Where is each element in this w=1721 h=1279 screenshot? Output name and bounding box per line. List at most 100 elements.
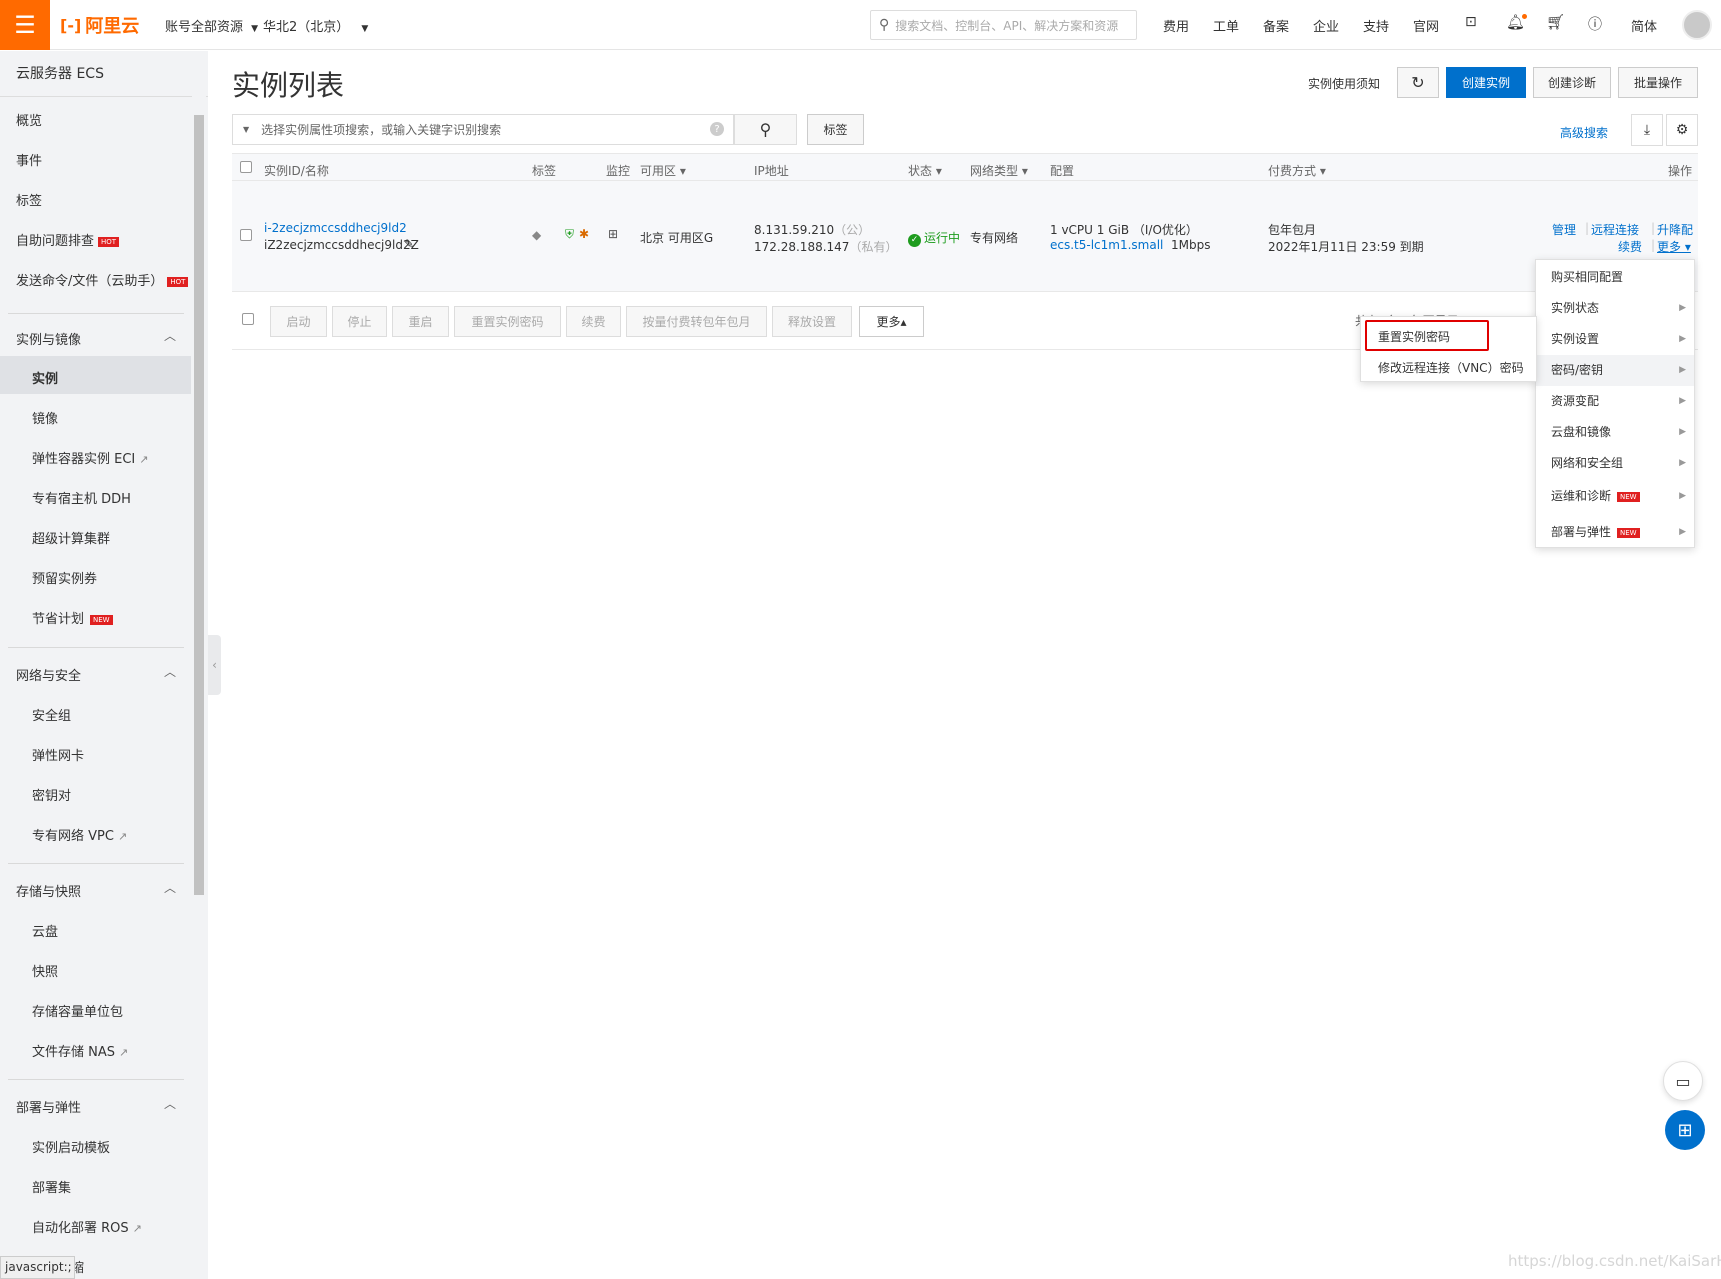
sidebar-scrollbar-thumb[interactable] xyxy=(194,115,204,895)
nav-enterprise[interactable]: 企业 xyxy=(1313,16,1339,35)
column-zone[interactable]: 可用区 ▾ xyxy=(640,162,686,179)
sidebar-item-eni[interactable]: 弹性网卡 xyxy=(32,745,84,764)
avatar[interactable] xyxy=(1682,10,1712,40)
instance-type-link[interactable]: ecs.t5-lc1m1.small xyxy=(1050,238,1163,252)
language-switch[interactable]: 简体 xyxy=(1631,16,1657,35)
select-all-checkbox[interactable] xyxy=(240,161,252,173)
sidebar-item-savings-plan[interactable]: 节省计划 NEW xyxy=(32,608,113,627)
modify-vnc-password-item[interactable]: 修改远程连接（VNC）密码 xyxy=(1378,359,1524,376)
chat-icon[interactable]: ▭ xyxy=(1663,1061,1703,1101)
refresh-button[interactable]: ↻ xyxy=(1397,67,1439,98)
sidebar-item-instances[interactable]: 实例 xyxy=(32,368,58,387)
nav-support[interactable]: 支持 xyxy=(1363,16,1389,35)
edit-pencil-icon[interactable]: ✎ xyxy=(404,237,414,251)
instance-notice-link[interactable]: 实例使用须知 xyxy=(1308,75,1380,92)
nav-tickets[interactable]: 工单 xyxy=(1213,16,1239,35)
bottom-select-all-checkbox[interactable] xyxy=(242,313,254,325)
sidebar-item-vpc[interactable]: 专有网络 VPC ↗ xyxy=(32,825,127,844)
sidebar-item-troubleshoot[interactable]: 自助问题排查 HOT xyxy=(16,230,120,249)
sidebar-item-ros[interactable]: 自动化部署 ROS ↗ xyxy=(32,1217,142,1236)
sidebar-item-tags[interactable]: 标签 xyxy=(16,190,42,209)
menu-item-buy-same-config[interactable]: 购买相同配置 xyxy=(1536,262,1694,293)
create-diagnosis-button[interactable]: 创建诊断 xyxy=(1533,67,1611,98)
menu-item-instance-status[interactable]: 实例状态 ▶ xyxy=(1536,293,1694,324)
sidebar-item-ddh[interactable]: 专有宿主机 DDH xyxy=(32,488,131,507)
chevron-down-icon[interactable]: ▼ xyxy=(243,125,249,134)
chevron-up-icon[interactable]: ︿ xyxy=(164,879,176,896)
sidebar-item-scu[interactable]: 存储容量单位包 xyxy=(32,1001,123,1020)
sidebar-item-overview[interactable]: 概览 xyxy=(16,110,42,129)
menu-item-resource-change[interactable]: 资源变配 ▶ xyxy=(1536,386,1694,417)
instance-id-link[interactable]: i-2zecjzmccsddhecj9ld2 xyxy=(264,221,407,235)
chevron-up-icon[interactable]: ︿ xyxy=(164,663,176,680)
sidebar-item-snapshots[interactable]: 快照 xyxy=(32,961,58,980)
cart-icon[interactable]: 🛒︎ xyxy=(1546,13,1565,31)
sidebar-item-keypairs[interactable]: 密钥对 xyxy=(32,785,71,804)
remote-connect-link[interactable]: 远程连接 xyxy=(1591,221,1639,238)
create-instance-button[interactable]: 创建实例 xyxy=(1446,67,1526,98)
menu-item-ops-diagnosis[interactable]: 运维和诊断 NEW ▶ xyxy=(1536,481,1694,512)
search-button[interactable]: ⚲ xyxy=(734,114,797,145)
column-status[interactable]: 状态 ▾ xyxy=(908,162,942,179)
global-search-input[interactable]: ⚲ 搜索文档、控制台、API、解决方案和资源 xyxy=(870,10,1137,40)
sidebar-item-deployment-sets[interactable]: 部署集 xyxy=(32,1177,71,1196)
nav-icp[interactable]: 备案 xyxy=(1263,16,1289,35)
sidebar-group-storage[interactable]: 存储与快照 xyxy=(16,881,81,900)
sidebar-item-nas[interactable]: 文件存储 NAS ↗ xyxy=(32,1041,128,1060)
apps-grid-icon[interactable]: ⊞ xyxy=(1665,1110,1705,1150)
column-network-type[interactable]: 网络类型 ▾ xyxy=(970,162,1028,179)
agent-status-icon[interactable]: ✱ xyxy=(579,227,589,241)
restart-button[interactable]: 重启 xyxy=(392,306,449,337)
menu-item-network-security-groups[interactable]: 网络和安全组 ▶ xyxy=(1536,448,1694,479)
menu-item-password-key[interactable]: 密码/密钥 ▶ xyxy=(1536,355,1694,386)
column-billing[interactable]: 付费方式 ▾ xyxy=(1268,162,1326,179)
sidebar-group-deployment[interactable]: 部署与弹性 xyxy=(16,1097,81,1116)
tag-filter-button[interactable]: 标签 xyxy=(807,114,864,145)
nav-fees[interactable]: 费用 xyxy=(1163,16,1189,35)
instance-search-input[interactable]: ▼ 选择实例属性项搜索，或输入关键字识别搜索 xyxy=(232,114,734,145)
menu-item-deployment-elasticity[interactable]: 部署与弹性 NEW ▶ xyxy=(1536,517,1694,548)
reset-password-button[interactable]: 重置实例密码 xyxy=(454,306,561,337)
sidebar-group-instances-images[interactable]: 实例与镜像 xyxy=(16,329,81,348)
aliyun-logo[interactable]: [-] 阿里云 xyxy=(60,12,139,38)
row-checkbox[interactable] xyxy=(240,229,252,241)
release-settings-button[interactable]: 释放设置 xyxy=(772,306,852,337)
renew-button[interactable]: 续费 xyxy=(566,306,621,337)
menu-item-disks-images[interactable]: 云盘和镜像 ▶ xyxy=(1536,417,1694,448)
sidebar-item-eci[interactable]: 弹性容器实例 ECI ↗ xyxy=(32,448,148,467)
more-batch-button[interactable]: 更多▴ xyxy=(859,306,924,337)
manage-link[interactable]: 管理 xyxy=(1552,221,1576,238)
account-resources-selector[interactable]: 账号全部资源 ▼ xyxy=(165,16,258,35)
sidebar-item-send-command[interactable]: 发送命令/文件（云助手） HOT xyxy=(16,270,189,289)
start-button[interactable]: 启动 xyxy=(270,306,327,337)
sidebar-item-disks[interactable]: 云盘 xyxy=(32,921,58,940)
nav-official-site[interactable]: 官网 xyxy=(1413,16,1439,35)
chevron-up-icon[interactable]: ︿ xyxy=(164,327,176,344)
tag-icon[interactable]: ◆ xyxy=(532,228,541,242)
gear-icon[interactable]: ⚙ xyxy=(1666,114,1698,146)
sidebar-item-launch-templates[interactable]: 实例启动模板 xyxy=(32,1137,110,1156)
shield-icon[interactable]: ⛨ xyxy=(565,227,574,242)
batch-operations-button[interactable]: 批量操作 xyxy=(1618,67,1698,98)
stop-button[interactable]: 停止 xyxy=(332,306,387,337)
sidebar-item-scc[interactable]: 超级计算集群 xyxy=(32,528,110,547)
sidebar-group-network-security[interactable]: 网络与安全 xyxy=(16,665,81,684)
terminal-icon[interactable]: ⊡ xyxy=(1465,14,1477,30)
sidebar-item-security-groups[interactable]: 安全组 xyxy=(32,705,71,724)
sidebar-collapse-handle[interactable]: ‹ xyxy=(208,635,221,695)
upgrade-downgrade-link[interactable]: 升降配 xyxy=(1657,221,1693,238)
sidebar-item-reserved[interactable]: 预留实例券 xyxy=(32,568,97,587)
help-icon[interactable]: ⓘ xyxy=(1588,14,1602,34)
chevron-up-icon[interactable]: ︿ xyxy=(164,1095,176,1112)
region-selector[interactable]: 华北2（北京） ▼ xyxy=(263,16,368,35)
question-icon[interactable]: ? xyxy=(710,122,724,136)
sidebar-item-images[interactable]: 镜像 xyxy=(32,408,58,427)
advanced-search-link[interactable]: 高级搜索 xyxy=(1560,124,1608,141)
hamburger-menu-icon[interactable]: ☰ xyxy=(0,0,50,50)
sidebar-item-events[interactable]: 事件 xyxy=(16,150,42,169)
more-actions-link[interactable]: 更多 ▾ xyxy=(1657,238,1691,255)
renew-link[interactable]: 续费 xyxy=(1618,238,1642,255)
convert-to-subscription-button[interactable]: 按量付费转包年包月 xyxy=(626,306,767,337)
monitor-chart-icon[interactable]: ⊞ xyxy=(608,227,618,241)
download-icon[interactable]: ⤓ xyxy=(1631,114,1663,146)
